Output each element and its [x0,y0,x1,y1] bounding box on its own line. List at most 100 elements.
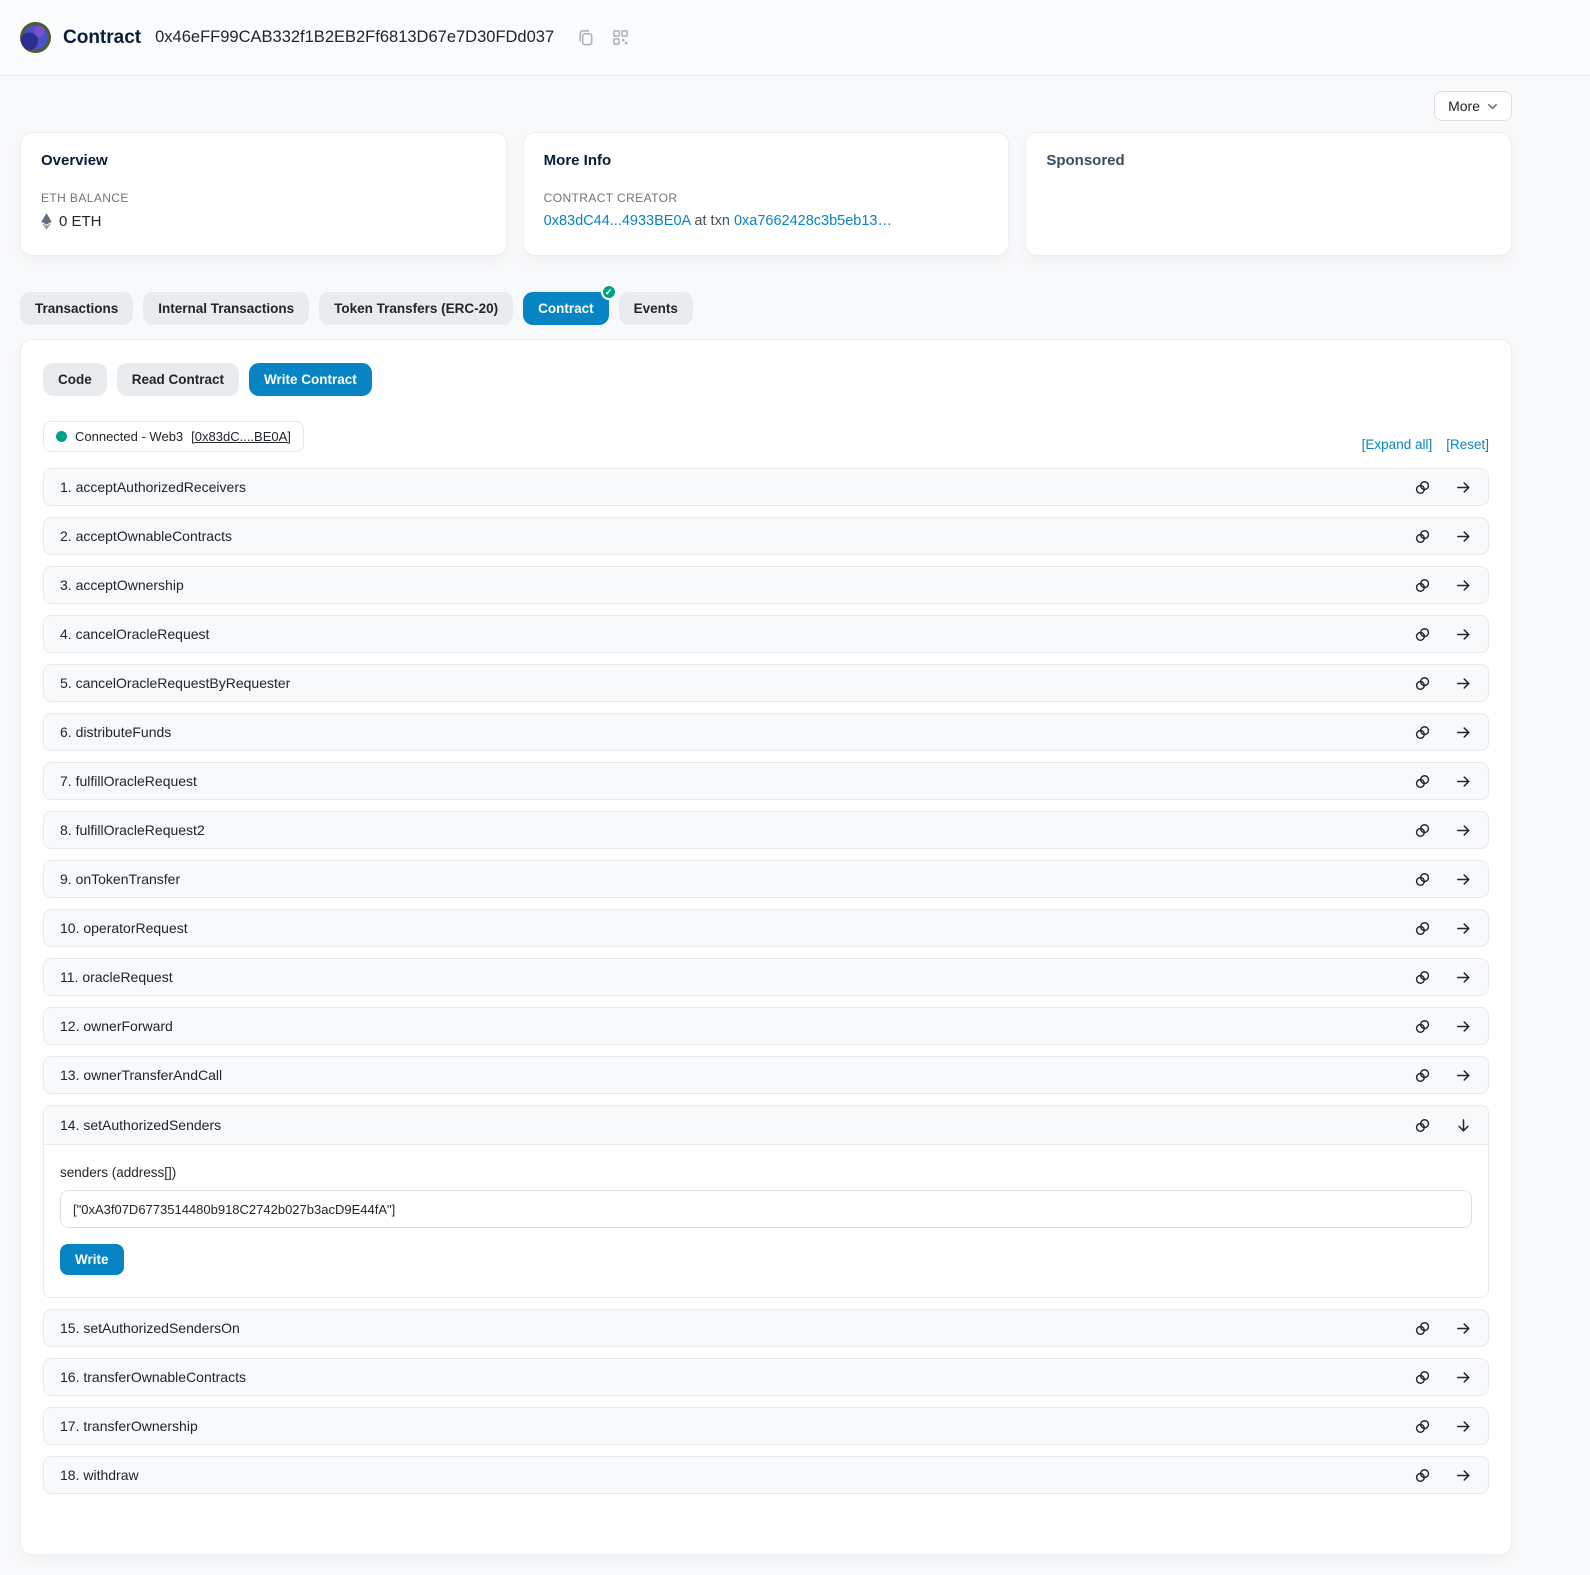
permalink-icon[interactable] [1414,577,1431,594]
function-row-setAuthorizedSenders[interactable]: 14. setAuthorizedSenders [44,1106,1488,1145]
function-row-transferOwnableContracts[interactable]: 16. transferOwnableContracts [43,1358,1489,1396]
function-row-oracleRequest[interactable]: 11. oracleRequest [43,958,1489,996]
function-name: 17. transferOwnership [60,1418,198,1434]
expand-arrow-icon[interactable] [1455,871,1472,888]
sponsored-card-title: Sponsored [1046,152,1491,169]
connected-wallet-address-link[interactable]: [0x83dC....BE0A] [191,429,291,444]
expand-arrow-icon[interactable] [1455,479,1472,496]
expand-arrow-icon[interactable] [1455,675,1472,692]
function-name: 1. acceptAuthorizedReceivers [60,479,246,495]
verified-check-icon [601,284,617,300]
subtab-write-contract[interactable]: Write Contract [249,363,372,396]
function-name: 8. fulfillOracleRequest2 [60,822,205,838]
creation-txn-link[interactable]: 0xa7662428c3b5eb13… [734,213,892,229]
permalink-icon[interactable] [1414,969,1431,986]
more-info-card-title: More Info [544,152,989,169]
permalink-icon[interactable] [1414,1117,1431,1134]
function-name: 18. withdraw [60,1467,139,1483]
permalink-icon[interactable] [1414,1418,1431,1435]
function-row-fulfillOracleRequest[interactable]: 7. fulfillOracleRequest [43,762,1489,800]
expand-arrow-icon[interactable] [1455,1018,1472,1035]
function-name: 5. cancelOracleRequestByRequester [60,675,290,691]
expand-all-link[interactable]: [Expand all] [1362,437,1433,452]
overview-card: Overview ETH BALANCE 0 ETH [20,132,507,256]
function-row-withdraw[interactable]: 18. withdraw [43,1456,1489,1494]
expand-arrow-icon[interactable] [1455,1320,1472,1337]
function-name: 6. distributeFunds [60,724,171,740]
expand-arrow-icon[interactable] [1455,724,1472,741]
function-row-setAuthorizedSendersOn[interactable]: 15. setAuthorizedSendersOn [43,1309,1489,1347]
function-row-distributeFunds[interactable]: 6. distributeFunds [43,713,1489,751]
expand-arrow-icon[interactable] [1455,528,1472,545]
page-header: Contract 0x46eFF99CAB332f1B2EB2Ff6813D67… [0,0,1590,76]
more-button[interactable]: More [1434,91,1512,121]
permalink-icon[interactable] [1414,773,1431,790]
function-row-cancelOracleRequest[interactable]: 4. cancelOracleRequest [43,615,1489,653]
tab-transactions[interactable]: Transactions [20,292,133,325]
function-name: 3. acceptOwnership [60,577,184,593]
subtab-read-contract[interactable]: Read Contract [117,363,239,396]
permalink-icon[interactable] [1414,920,1431,937]
permalink-icon[interactable] [1414,1320,1431,1337]
tab-events[interactable]: Events [619,292,693,325]
copy-icon[interactable] [576,28,595,47]
function-name: 11. oracleRequest [60,969,173,985]
function-row-ownerForward[interactable]: 12. ownerForward [43,1007,1489,1045]
main-tabs: Transactions Internal Transactions Token… [20,292,1512,325]
permalink-icon[interactable] [1414,479,1431,496]
function-row-acceptOwnableContracts[interactable]: 2. acceptOwnableContracts [43,517,1489,555]
permalink-icon[interactable] [1414,1018,1431,1035]
function-name: 12. ownerForward [60,1018,173,1034]
function-row-fulfillOracleRequest2[interactable]: 8. fulfillOracleRequest2 [43,811,1489,849]
function-row-acceptOwnership[interactable]: 3. acceptOwnership [43,566,1489,604]
permalink-icon[interactable] [1414,724,1431,741]
permalink-icon[interactable] [1414,1467,1431,1484]
reset-link[interactable]: [Reset] [1446,437,1489,452]
collapse-arrow-icon[interactable] [1455,1117,1472,1134]
function-name: 13. ownerTransferAndCall [60,1067,222,1083]
permalink-icon[interactable] [1414,528,1431,545]
expand-arrow-icon[interactable] [1455,969,1472,986]
tab-token-transfers[interactable]: Token Transfers (ERC-20) [319,292,513,325]
expand-arrow-icon[interactable] [1455,577,1472,594]
function-name: 9. onTokenTransfer [60,871,180,887]
function-row-transferOwnership[interactable]: 17. transferOwnership [43,1407,1489,1445]
function-row-operatorRequest[interactable]: 10. operatorRequest [43,909,1489,947]
function-name: 16. transferOwnableContracts [60,1369,246,1385]
subtab-code[interactable]: Code [43,363,107,396]
contract-address: 0x46eFF99CAB332f1B2EB2Ff6813D67e7D30FDd0… [155,28,554,47]
permalink-icon[interactable] [1414,675,1431,692]
permalink-icon[interactable] [1414,1369,1431,1386]
permalink-icon[interactable] [1414,626,1431,643]
creator-address-link[interactable]: 0x83dC44...4933BE0A [544,213,691,229]
function-name: 15. setAuthorizedSendersOn [60,1320,240,1336]
expand-arrow-icon[interactable] [1455,1418,1472,1435]
expand-arrow-icon[interactable] [1455,626,1472,643]
qr-grid-icon[interactable] [611,28,630,47]
connection-status-text: Connected - Web3 [75,429,183,444]
expand-arrow-icon[interactable] [1455,920,1472,937]
wallet-connection-status: Connected - Web3 [0x83dC....BE0A] [43,421,304,452]
function-name: 14. setAuthorizedSenders [60,1117,221,1133]
more-button-label: More [1448,98,1480,114]
tab-contract[interactable]: Contract [523,292,609,325]
permalink-icon[interactable] [1414,822,1431,839]
expand-arrow-icon[interactable] [1455,1467,1472,1484]
function-row-acceptAuthorizedReceivers[interactable]: 1. acceptAuthorizedReceivers [43,468,1489,506]
permalink-icon[interactable] [1414,871,1431,888]
write-button[interactable]: Write [60,1244,124,1275]
chevron-down-icon [1487,101,1498,112]
overview-card-title: Overview [41,152,486,169]
function-row-cancelOracleRequestByRequester[interactable]: 5. cancelOracleRequestByRequester [43,664,1489,702]
expand-arrow-icon[interactable] [1455,773,1472,790]
tab-internal-transactions[interactable]: Internal Transactions [143,292,309,325]
function-row-onTokenTransfer[interactable]: 9. onTokenTransfer [43,860,1489,898]
expand-arrow-icon[interactable] [1455,1067,1472,1084]
function-row-ownerTransferAndCall[interactable]: 13. ownerTransferAndCall [43,1056,1489,1094]
param-input-senders[interactable] [60,1190,1472,1228]
function-name: 7. fulfillOracleRequest [60,773,197,789]
permalink-icon[interactable] [1414,1067,1431,1084]
expand-arrow-icon[interactable] [1455,822,1472,839]
expand-arrow-icon[interactable] [1455,1369,1472,1386]
page-title: Contract [63,27,141,49]
